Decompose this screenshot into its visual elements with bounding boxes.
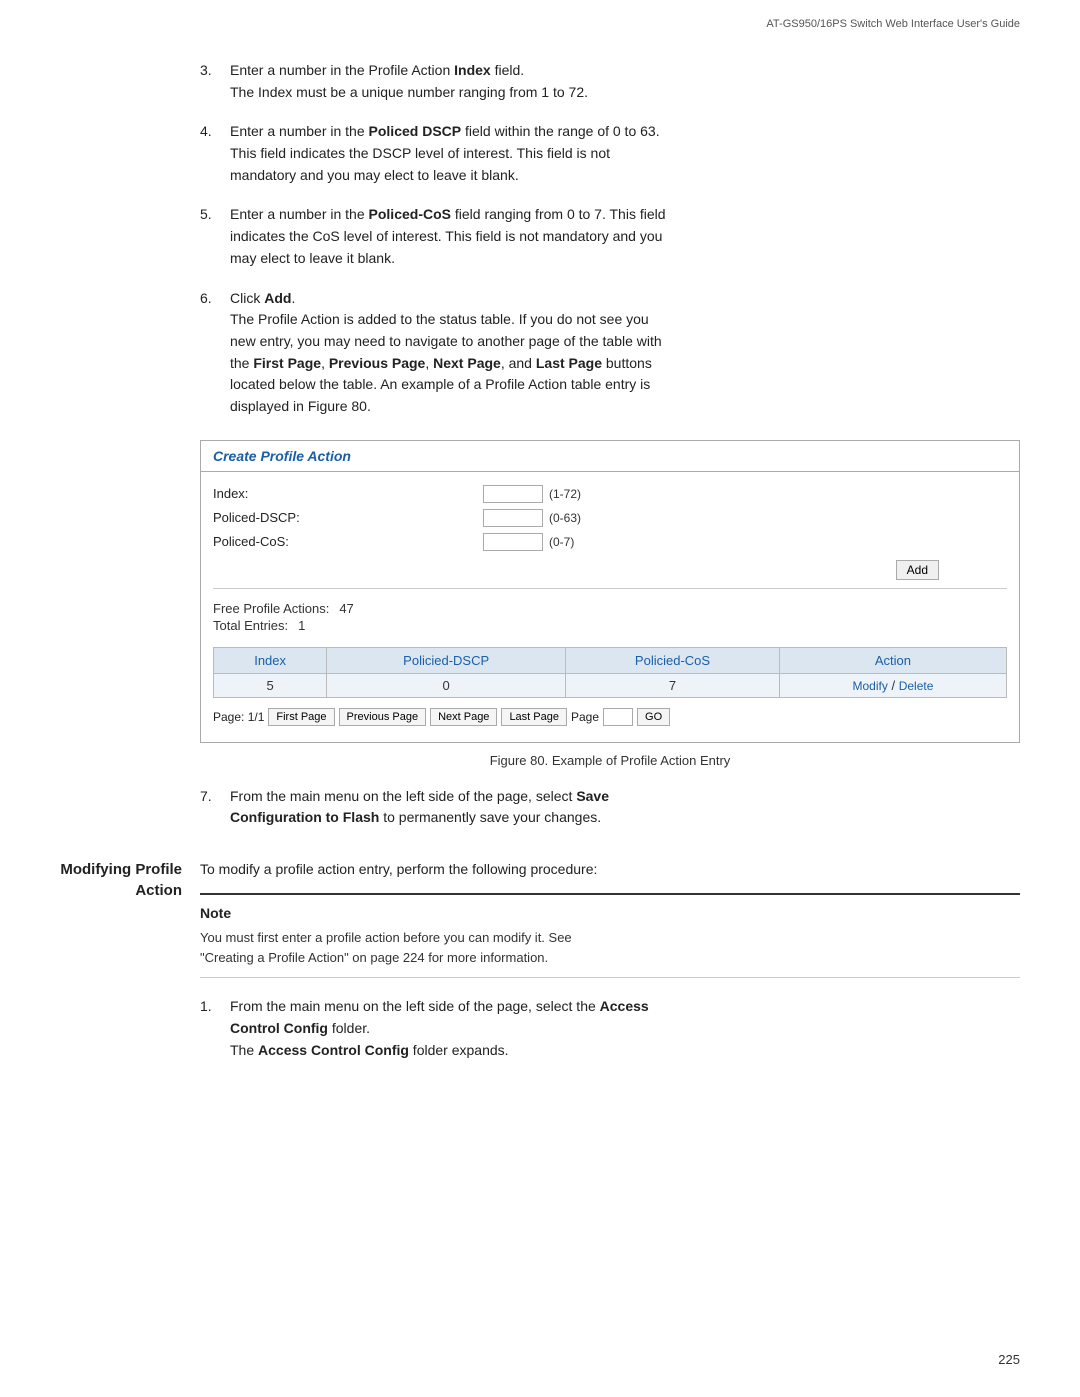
section-intro: To modify a profile action entry, perfor…	[200, 861, 597, 877]
add-btn-row: Add	[201, 554, 1019, 580]
step-3-num: 3.	[200, 60, 230, 103]
total-entries-row: Total Entries: 1	[213, 618, 1007, 633]
free-label: Free Profile Actions:	[213, 601, 329, 616]
col-dscp: Policied-DSCP	[327, 647, 566, 673]
profile-action-table: Index Policied-DSCP Policied-CoS Action …	[213, 647, 1007, 698]
row-cos: 7	[566, 673, 780, 697]
dscp-input-group: (0-63)	[483, 509, 581, 527]
modify-link[interactable]: Modify	[853, 679, 888, 693]
step-6-text: Click Add.The Profile Action is added to…	[230, 288, 1020, 418]
step-6: 6. Click Add.The Profile Action is added…	[200, 288, 1020, 418]
next-page-button[interactable]: Next Page	[430, 708, 497, 726]
step-7-num: 7.	[200, 786, 230, 829]
section-title: Modifying ProfileAction	[60, 859, 200, 901]
step-5: 5. Enter a number in the Policed-CoS fie…	[200, 204, 1020, 269]
cos-label: Policed-CoS:	[213, 534, 363, 549]
step-6-num: 6.	[200, 288, 230, 418]
form-divider	[213, 588, 1007, 589]
last-page-button[interactable]: Last Page	[501, 708, 567, 726]
delete-link[interactable]: Delete	[899, 679, 934, 693]
main-content: 3. Enter a number in the Profile Action …	[0, 30, 1080, 1137]
free-actions-row: Free Profile Actions: 47	[213, 601, 1007, 616]
total-label: Total Entries:	[213, 618, 288, 633]
step-3-text: Enter a number in the Profile Action Ind…	[230, 60, 1020, 103]
step-7-text: From the main menu on the left side of t…	[230, 786, 1020, 829]
cos-range: (0-7)	[549, 535, 574, 549]
form-row-cos: Policed-CoS: (0-7)	[201, 530, 1019, 554]
index-input-group: (1-72)	[483, 485, 581, 503]
create-profile-action-box: Create Profile Action Index: (1-72) Poli…	[200, 440, 1020, 743]
form-row-dscp: Policed-DSCP: (0-63)	[201, 506, 1019, 530]
section-title-text: Modifying ProfileAction	[60, 861, 182, 899]
step-4: 4. Enter a number in the Policed DSCP fi…	[200, 121, 1020, 186]
header-title: AT-GS950/16PS Switch Web Interface User'…	[766, 18, 1020, 30]
step-7: 7. From the main menu on the left side o…	[200, 786, 1020, 829]
modify-step-1-text: From the main menu on the left side of t…	[230, 996, 1020, 1061]
first-page-button[interactable]: First Page	[268, 708, 334, 726]
form-row-index: Index: (1-72)	[201, 482, 1019, 506]
free-value: 47	[339, 601, 353, 616]
go-button[interactable]: GO	[637, 708, 670, 726]
modifying-section: Modifying ProfileAction To modify a prof…	[200, 859, 1020, 1079]
cos-input[interactable]	[483, 533, 543, 551]
cos-input-group: (0-7)	[483, 533, 574, 551]
add-button[interactable]: Add	[896, 560, 939, 580]
table-row: 5 0 7 Modify / Delete	[214, 673, 1007, 697]
modify-step-1-num: 1.	[200, 996, 230, 1061]
pagination-row: Page: 1/1 First Page Previous Page Next …	[201, 704, 1019, 730]
table-header-row: Index Policied-DSCP Policied-CoS Action	[214, 647, 1007, 673]
step-5-text: Enter a number in the Policed-CoS field …	[230, 204, 1020, 269]
page-number: 225	[998, 1352, 1020, 1367]
total-value: 1	[298, 618, 305, 633]
col-action: Action	[779, 647, 1006, 673]
form-box-title: Create Profile Action	[201, 441, 1019, 472]
col-index: Index	[214, 647, 327, 673]
figure-caption: Figure 80. Example of Profile Action Ent…	[200, 753, 1020, 768]
form-stats: Free Profile Actions: 47 Total Entries: …	[201, 597, 1019, 639]
page-label2: Page	[571, 710, 599, 724]
dscp-input[interactable]	[483, 509, 543, 527]
step-4-text: Enter a number in the Policed DSCP field…	[230, 121, 1020, 186]
row-index: 5	[214, 673, 327, 697]
previous-page-button[interactable]: Previous Page	[339, 708, 427, 726]
index-range: (1-72)	[549, 487, 581, 501]
index-input[interactable]	[483, 485, 543, 503]
dscp-label: Policed-DSCP:	[213, 510, 363, 525]
modify-step-1: 1. From the main menu on the left side o…	[200, 996, 1020, 1061]
col-cos: Policied-CoS	[566, 647, 780, 673]
step-3: 3. Enter a number in the Profile Action …	[200, 60, 1020, 103]
page-label: Page: 1/1	[213, 710, 264, 724]
page-input[interactable]	[603, 708, 633, 726]
row-dscp: 0	[327, 673, 566, 697]
dscp-range: (0-63)	[549, 511, 581, 525]
note-text: You must first enter a profile action be…	[200, 928, 1020, 967]
step7-list: 7. From the main menu on the left side o…	[200, 786, 1020, 829]
note-box: Note You must first enter a profile acti…	[200, 893, 1020, 979]
row-action-cell: Modify / Delete	[779, 673, 1006, 697]
action-separator: /	[891, 678, 898, 693]
steps-list: 3. Enter a number in the Profile Action …	[200, 60, 1020, 418]
page-header: AT-GS950/16PS Switch Web Interface User'…	[0, 0, 1080, 30]
note-title: Note	[200, 903, 1020, 925]
modify-steps-list: 1. From the main menu on the left side o…	[200, 996, 1020, 1061]
step-4-num: 4.	[200, 121, 230, 186]
index-label: Index:	[213, 486, 363, 501]
step-5-num: 5.	[200, 204, 230, 269]
section-body: To modify a profile action entry, perfor…	[200, 859, 1020, 1079]
